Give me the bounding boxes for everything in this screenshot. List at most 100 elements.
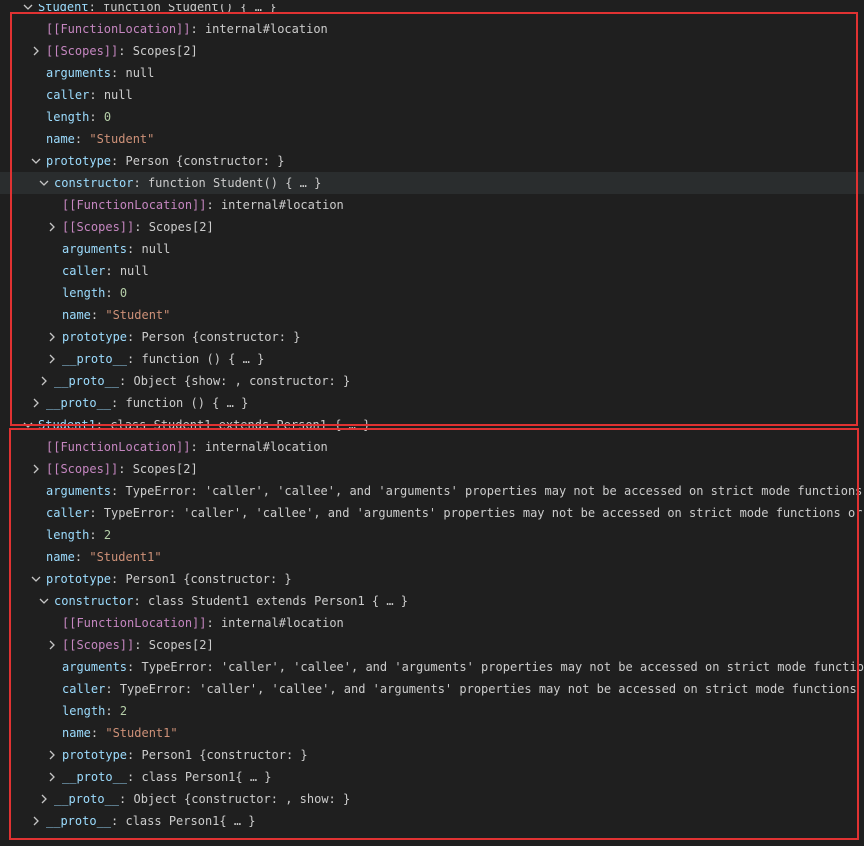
property-key: arguments bbox=[62, 660, 128, 674]
property-value: null bbox=[125, 66, 155, 80]
tree-row-scopes[interactable]: [[Scopes]]: Scopes[2] bbox=[0, 634, 864, 656]
key-separator: : bbox=[89, 110, 104, 124]
tree-row-scopes[interactable]: [[Scopes]]: Scopes[2] bbox=[0, 458, 864, 480]
property-value: Object {constructor: , show: } bbox=[133, 792, 351, 806]
key-separator: : bbox=[111, 66, 126, 80]
tree-row-prototype[interactable]: prototype: Person1 {constructor: } bbox=[0, 744, 864, 766]
property-value: function () { … } bbox=[125, 396, 249, 410]
property-key: name bbox=[46, 550, 75, 564]
tree-row-proto[interactable]: __proto__: class Person1{ … } bbox=[0, 810, 864, 832]
tree-row-name[interactable]: name: "Student" bbox=[0, 128, 864, 150]
property-key: caller bbox=[62, 264, 106, 278]
key-separator: : bbox=[111, 814, 126, 828]
chevron-right-icon[interactable] bbox=[46, 766, 58, 788]
chevron-right-icon[interactable] bbox=[46, 348, 58, 370]
property-value: function Student() { … } bbox=[147, 176, 322, 190]
chevron-right-icon[interactable] bbox=[30, 392, 42, 414]
property-key: [[Scopes]] bbox=[46, 44, 119, 58]
tree-row-proto[interactable]: __proto__: Object {show: , constructor: … bbox=[0, 370, 864, 392]
property-value: Scopes[2] bbox=[132, 44, 198, 58]
tree-row-functionlocation[interactable]: [[FunctionLocation]]: internal#location bbox=[0, 436, 864, 458]
tree-row-length[interactable]: length: 0 bbox=[0, 106, 864, 128]
property-value: 2 bbox=[119, 704, 128, 718]
tree-row-proto[interactable]: __proto__: Object {constructor: , show: … bbox=[0, 788, 864, 810]
tree-row-student1[interactable]: Student1: class Student1 extends Person1… bbox=[0, 414, 864, 436]
tree-row-name[interactable]: name: "Student1" bbox=[0, 546, 864, 568]
key-separator: : bbox=[119, 374, 134, 388]
key-separator: : bbox=[127, 770, 142, 784]
tree-row-prototype[interactable]: prototype: Person {constructor: } bbox=[0, 150, 864, 172]
tree-row-arguments[interactable]: arguments: TypeError: 'caller', 'callee'… bbox=[0, 480, 864, 502]
key-separator: : bbox=[118, 44, 133, 58]
tree-row-prototype[interactable]: prototype: Person {constructor: } bbox=[0, 326, 864, 348]
property-key: caller bbox=[46, 506, 90, 520]
tree-row-functionlocation[interactable]: [[FunctionLocation]]: internal#location bbox=[0, 612, 864, 634]
property-value: TypeError: 'caller', 'callee', and 'argu… bbox=[103, 506, 864, 520]
tree-row-constructor[interactable]: constructor: function Student() { … } bbox=[0, 172, 864, 194]
tree-row-constructor[interactable]: constructor: class Student1 extends Pers… bbox=[0, 590, 864, 612]
key-separator: : bbox=[89, 528, 104, 542]
tree-row-proto[interactable]: __proto__: function () { … } bbox=[0, 392, 864, 414]
property-value: internal#location bbox=[220, 616, 344, 630]
tree-row-prototype[interactable]: prototype: Person1 {constructor: } bbox=[0, 568, 864, 590]
chevron-down-icon[interactable] bbox=[38, 172, 50, 194]
tree-row-name[interactable]: name: "Student" bbox=[0, 304, 864, 326]
tree-row-functionlocation[interactable]: [[FunctionLocation]]: internal#location bbox=[0, 18, 864, 40]
key-separator: : bbox=[190, 22, 205, 36]
tree-row-arguments[interactable]: arguments: null bbox=[0, 238, 864, 260]
chevron-down-icon[interactable] bbox=[30, 150, 42, 172]
property-value: internal#location bbox=[204, 440, 328, 454]
tree-row-scopes[interactable]: [[Scopes]]: Scopes[2] bbox=[0, 40, 864, 62]
tree-row-arguments[interactable]: arguments: TypeError: 'caller', 'callee'… bbox=[0, 656, 864, 678]
property-key: length bbox=[62, 286, 106, 300]
chevron-right-icon[interactable] bbox=[46, 216, 58, 238]
property-key: __proto__ bbox=[46, 814, 112, 828]
property-key: length bbox=[46, 110, 90, 124]
property-value: null bbox=[119, 264, 149, 278]
chevron-right-icon[interactable] bbox=[30, 810, 42, 832]
tree-row-length[interactable]: length: 2 bbox=[0, 524, 864, 546]
chevron-down-icon[interactable] bbox=[38, 590, 50, 612]
chevron-down-icon[interactable] bbox=[22, 414, 34, 436]
property-key: [[FunctionLocation]] bbox=[46, 440, 191, 454]
property-key: name bbox=[62, 308, 91, 322]
chevron-right-icon[interactable] bbox=[38, 788, 50, 810]
key-separator: : bbox=[118, 462, 133, 476]
key-separator: : bbox=[127, 330, 142, 344]
property-key: [[Scopes]] bbox=[46, 462, 119, 476]
chevron-right-icon[interactable] bbox=[30, 40, 42, 62]
tree-row-proto[interactable]: __proto__: class Person1{ … } bbox=[0, 766, 864, 788]
property-value: "Student1" bbox=[105, 726, 178, 740]
tree-row-caller[interactable]: caller: null bbox=[0, 84, 864, 106]
chevron-right-icon[interactable] bbox=[38, 370, 50, 392]
tree-row-length[interactable]: length: 0 bbox=[0, 282, 864, 304]
key-separator: : bbox=[133, 594, 148, 608]
tree-row-scopes[interactable]: [[Scopes]]: Scopes[2] bbox=[0, 216, 864, 238]
property-key: __proto__ bbox=[54, 792, 120, 806]
chevron-right-icon[interactable] bbox=[46, 744, 58, 766]
property-key: caller bbox=[62, 682, 106, 696]
chevron-right-icon[interactable] bbox=[46, 634, 58, 656]
tree-row-proto[interactable]: __proto__: function () { … } bbox=[0, 348, 864, 370]
tree-row-name[interactable]: name: "Student1" bbox=[0, 722, 864, 744]
property-value: TypeError: 'caller', 'callee', and 'argu… bbox=[119, 682, 864, 696]
property-key: name bbox=[62, 726, 91, 740]
key-separator: : bbox=[206, 616, 221, 630]
chevron-right-icon[interactable] bbox=[46, 326, 58, 348]
tree-row-length[interactable]: length: 2 bbox=[0, 700, 864, 722]
property-key: arguments bbox=[46, 66, 112, 80]
property-key: [[FunctionLocation]] bbox=[46, 22, 191, 36]
key-separator: : bbox=[111, 154, 126, 168]
property-value: "Student" bbox=[105, 308, 171, 322]
key-separator: : bbox=[95, 418, 111, 432]
tree-row-caller[interactable]: caller: TypeError: 'caller', 'callee', a… bbox=[0, 502, 864, 524]
key-separator: : bbox=[105, 704, 120, 718]
tree-row-functionlocation[interactable]: [[FunctionLocation]]: internal#location bbox=[0, 194, 864, 216]
tree-row-arguments[interactable]: arguments: null bbox=[0, 62, 864, 84]
chevron-down-icon[interactable] bbox=[30, 568, 42, 590]
chevron-right-icon[interactable] bbox=[30, 458, 42, 480]
tree-row-caller[interactable]: caller: null bbox=[0, 260, 864, 282]
property-value: class Student1 extends Person1 { … } bbox=[147, 594, 409, 608]
tree-row-caller[interactable]: caller: TypeError: 'caller', 'callee', a… bbox=[0, 678, 864, 700]
property-key: __proto__ bbox=[62, 770, 128, 784]
